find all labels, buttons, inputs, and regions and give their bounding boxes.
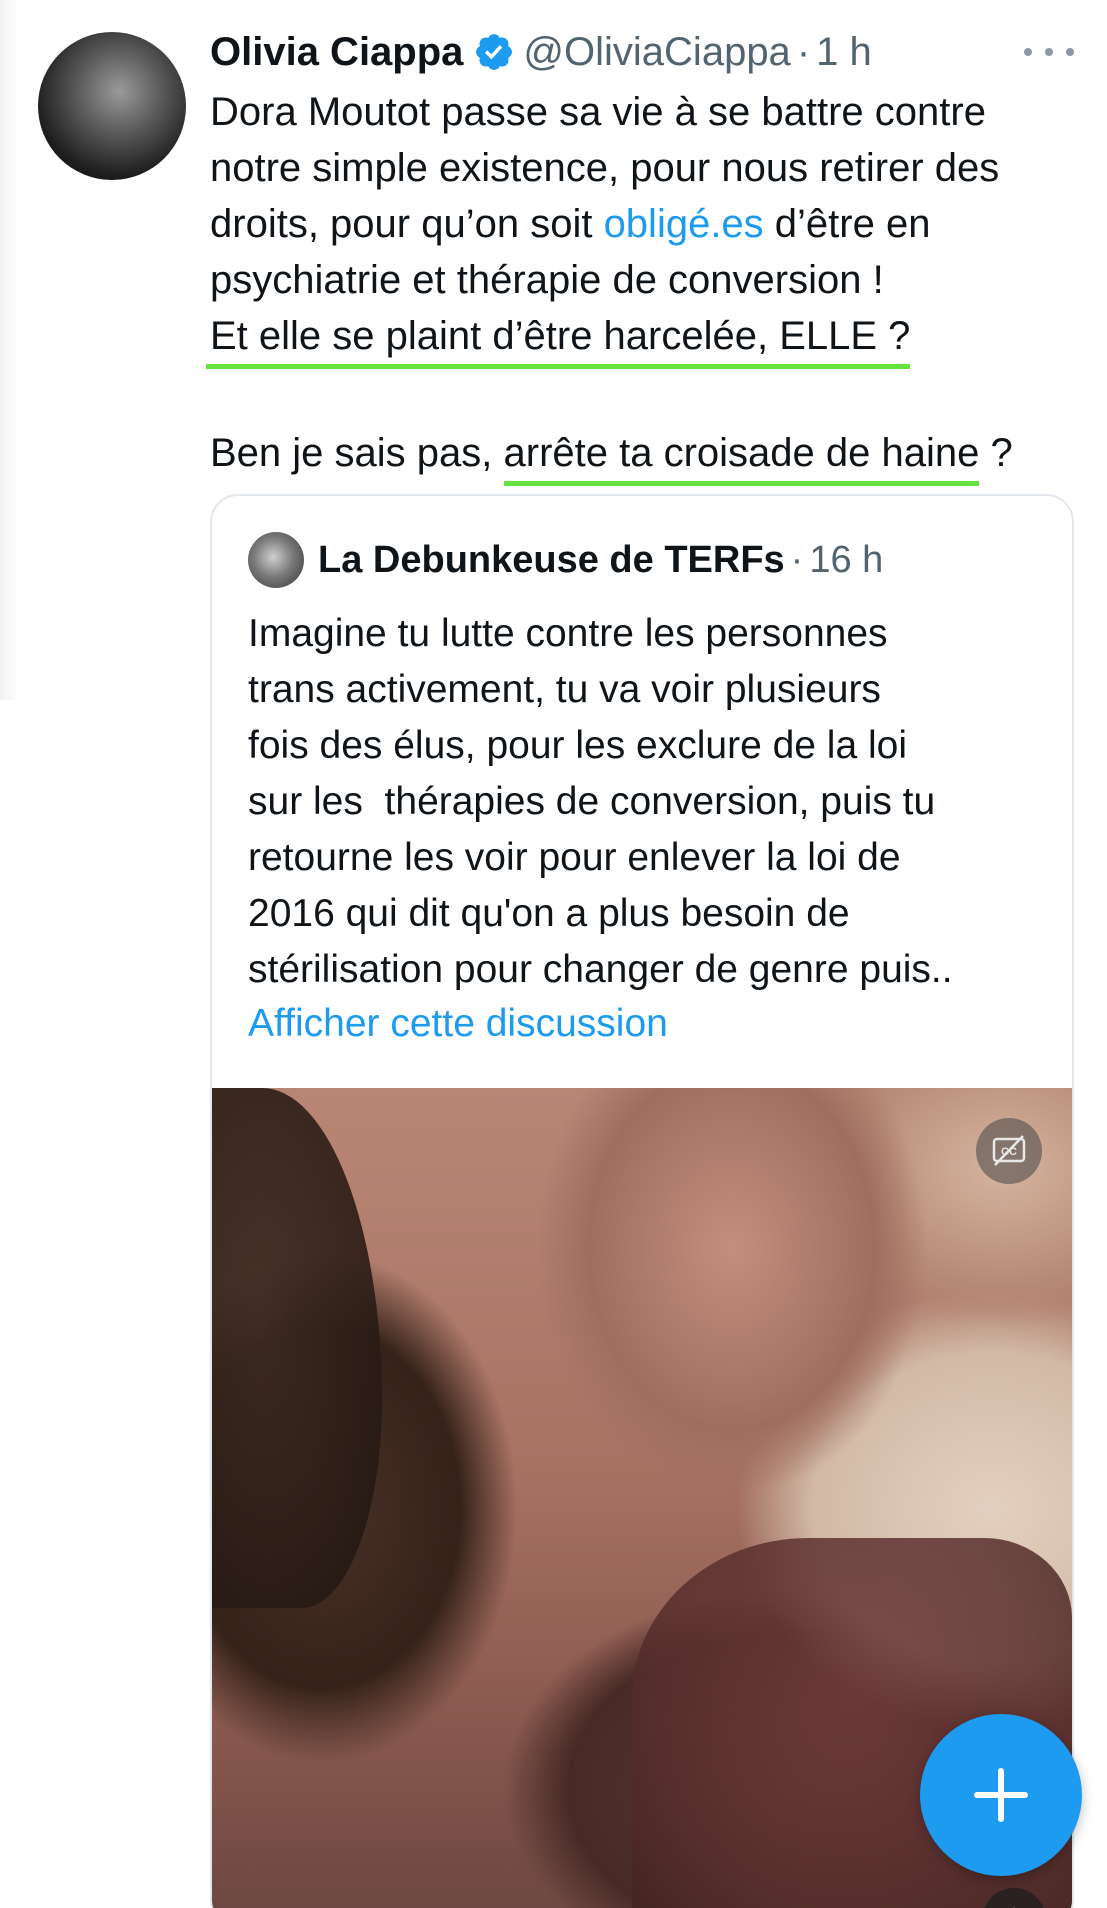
tweet-line: droits, pour qu’on soit obligé.es d’être…	[210, 196, 1090, 252]
hashtag-link[interactable]: obligé.es	[604, 202, 764, 246]
tweet-line: Dora Moutot passe sa vie à se battre con…	[210, 90, 986, 134]
header-separator: ·	[796, 29, 811, 74]
video-frame-detail	[212, 1088, 382, 1608]
header-separator: ·	[790, 538, 804, 581]
left-edge-shadow	[0, 0, 18, 700]
quoted-author-avatar	[248, 532, 304, 588]
author-avatar[interactable]	[38, 32, 186, 180]
tweet-line: Et elle se plaint d’être harcelée, ELLE …	[206, 308, 1090, 369]
author-handle[interactable]: @OliviaCiappa	[523, 30, 790, 75]
quoted-tweet-card[interactable]: La Debunkeuse de TERFs · 16 h Imagine tu…	[210, 494, 1074, 1908]
quoted-tweet-timestamp: 16 h	[809, 538, 884, 581]
tweet-timestamp[interactable]: 1 h	[816, 30, 872, 75]
tweet-line: psychiatrie et thérapie de conversion !	[210, 258, 884, 302]
tweet-text-segment: Ben je sais pas,	[210, 431, 504, 475]
tweet-text-segment: droits, pour qu’on soit	[210, 202, 604, 246]
more-options-icon[interactable]	[1024, 32, 1074, 72]
tweet-text-segment: d’être en	[763, 202, 931, 246]
highlighted-text: arrête ta croisade de haine	[503, 429, 980, 486]
closed-captions-off-icon[interactable]: CC	[976, 1118, 1042, 1184]
tweet-text: Dora Moutot passe sa vie à se battre con…	[206, 84, 1090, 486]
tweet-header: Olivia Ciappa @OliviaCiappa · 1 h	[210, 22, 1090, 82]
show-thread-link[interactable]: Afficher cette discussion	[248, 1002, 668, 1046]
author-name[interactable]: Olivia Ciappa	[210, 30, 463, 75]
quoted-tweet-header: La Debunkeuse de TERFs · 16 h	[248, 530, 883, 590]
compose-tweet-button[interactable]	[920, 1714, 1082, 1876]
tweet-line: Ben je sais pas, arrête ta croisade de h…	[210, 425, 1090, 486]
highlighted-text: Et elle se plaint d’être harcelée, ELLE …	[206, 312, 911, 369]
quoted-tweet-text: Imagine tu lutte contre les personnes tr…	[248, 612, 953, 991]
tweet-text-segment: ?	[979, 431, 1013, 475]
verified-badge-icon	[476, 34, 513, 70]
quoted-author-name: La Debunkeuse de TERFs	[318, 538, 785, 581]
plus-icon	[974, 1768, 1028, 1822]
tweet-line: notre simple existence, pour nous retire…	[210, 146, 1000, 190]
